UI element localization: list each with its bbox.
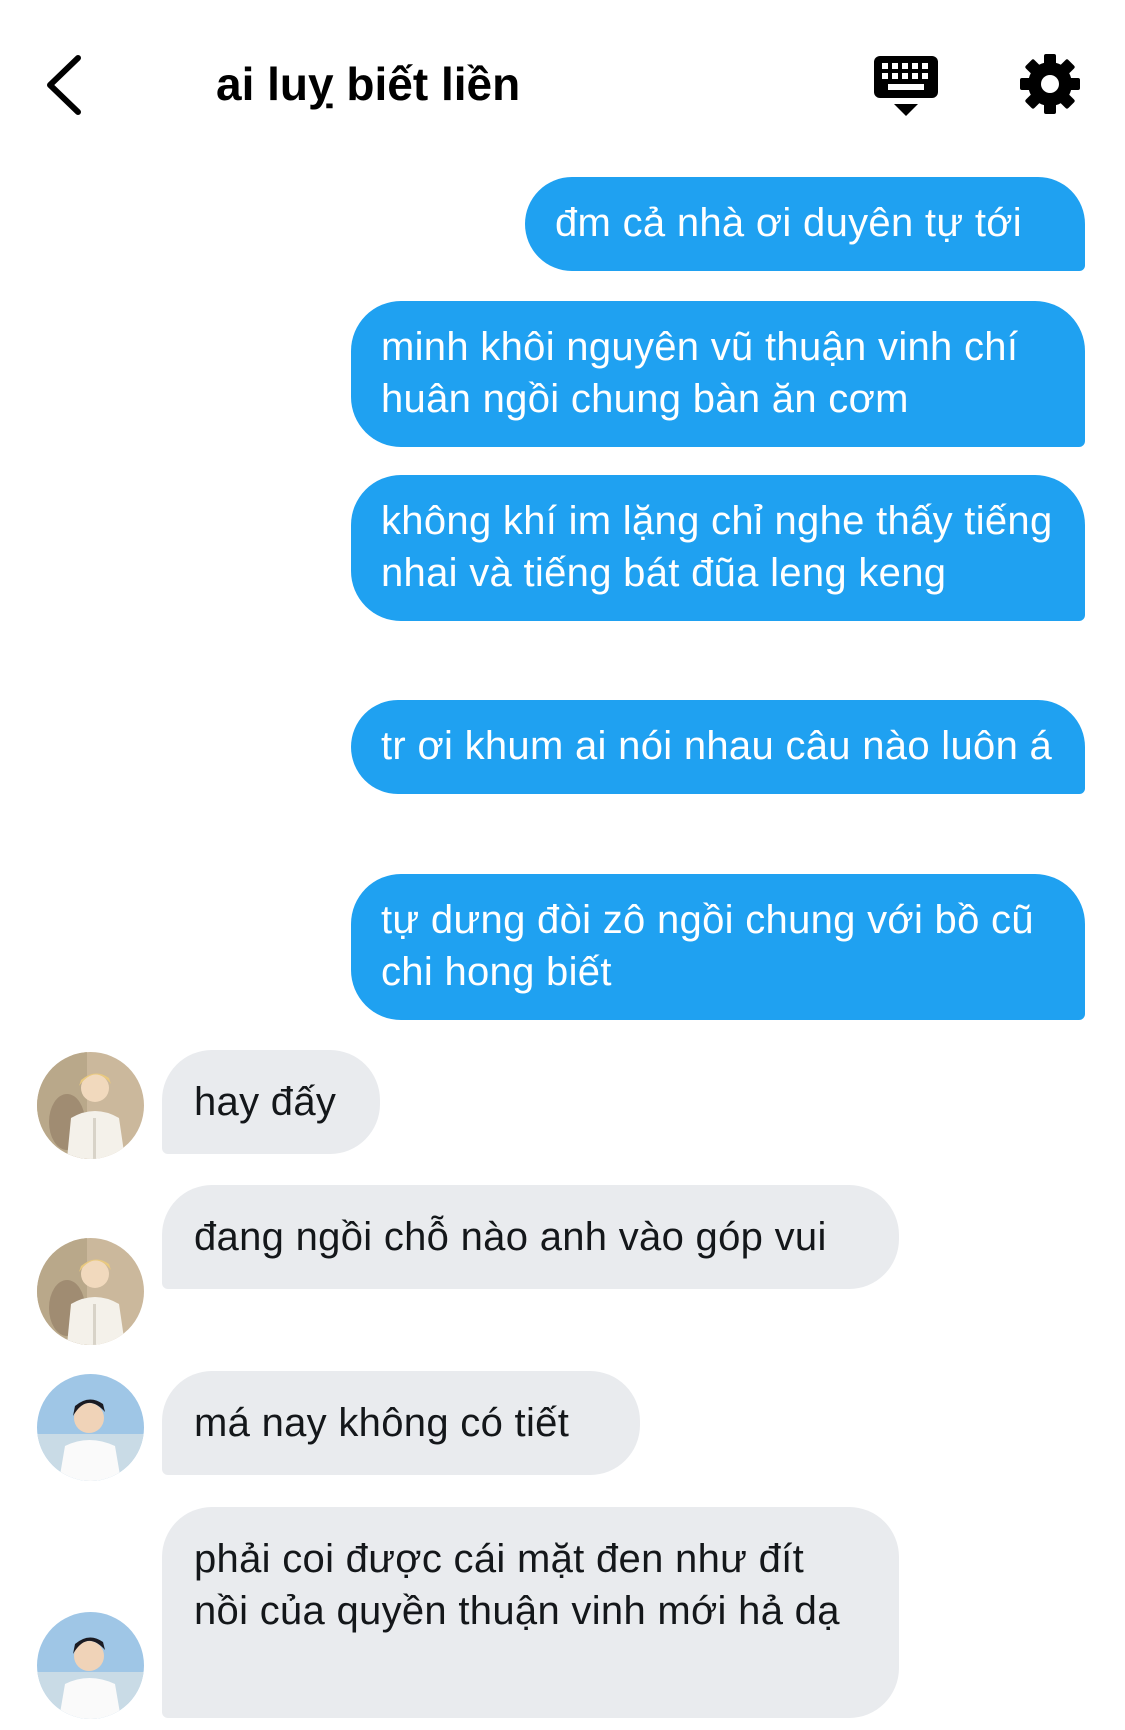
incoming-message[interactable]: má nay không có tiết bbox=[162, 1371, 640, 1475]
avatar-blond-image bbox=[37, 1238, 144, 1345]
message-text: má nay không có tiết bbox=[194, 1401, 570, 1445]
message-text: tr ơi khum ai nói nhau câu nào luôn á bbox=[381, 724, 1053, 768]
avatar-blond-image bbox=[37, 1052, 144, 1159]
incoming-message[interactable]: hay đấy bbox=[162, 1050, 380, 1154]
incoming-message[interactable]: phải coi được cái mặt đen như đít nồi củ… bbox=[162, 1507, 899, 1718]
avatar[interactable] bbox=[37, 1612, 144, 1719]
outgoing-message[interactable]: đm cả nhà ơi duyên tự tới bbox=[525, 177, 1085, 271]
outgoing-message[interactable]: minh khôi nguyên vũ thuận vinh chí huân … bbox=[351, 301, 1085, 447]
avatar[interactable] bbox=[37, 1374, 144, 1481]
avatar-dark-hair-image bbox=[37, 1612, 144, 1719]
avatar[interactable] bbox=[37, 1052, 144, 1159]
message-text: tự dưng đòi zô ngồi chung với bồ cũ chi … bbox=[381, 898, 1034, 994]
incoming-message[interactable]: đang ngồi chỗ nào anh vào góp vui bbox=[162, 1185, 899, 1289]
outgoing-message[interactable]: tr ơi khum ai nói nhau câu nào luôn á bbox=[351, 700, 1085, 794]
message-text: minh khôi nguyên vũ thuận vinh chí huân … bbox=[381, 325, 1019, 421]
avatar-dark-hair-image bbox=[37, 1374, 144, 1481]
message-text: phải coi được cái mặt đen như đít nồi củ… bbox=[194, 1537, 840, 1633]
outgoing-message[interactable]: không khí im lặng chỉ nghe thấy tiếng nh… bbox=[351, 475, 1085, 621]
message-text: không khí im lặng chỉ nghe thấy tiếng nh… bbox=[381, 499, 1053, 595]
message-text: đm cả nhà ơi duyên tự tới bbox=[555, 201, 1022, 245]
outgoing-message[interactable]: tự dưng đòi zô ngồi chung với bồ cũ chi … bbox=[351, 874, 1085, 1020]
message-text: đang ngồi chỗ nào anh vào góp vui bbox=[194, 1215, 827, 1259]
message-text: hay đấy bbox=[194, 1080, 337, 1124]
avatar[interactable] bbox=[37, 1238, 144, 1345]
message-list: đm cả nhà ơi duyên tự tới minh khôi nguy… bbox=[0, 0, 1125, 1730]
